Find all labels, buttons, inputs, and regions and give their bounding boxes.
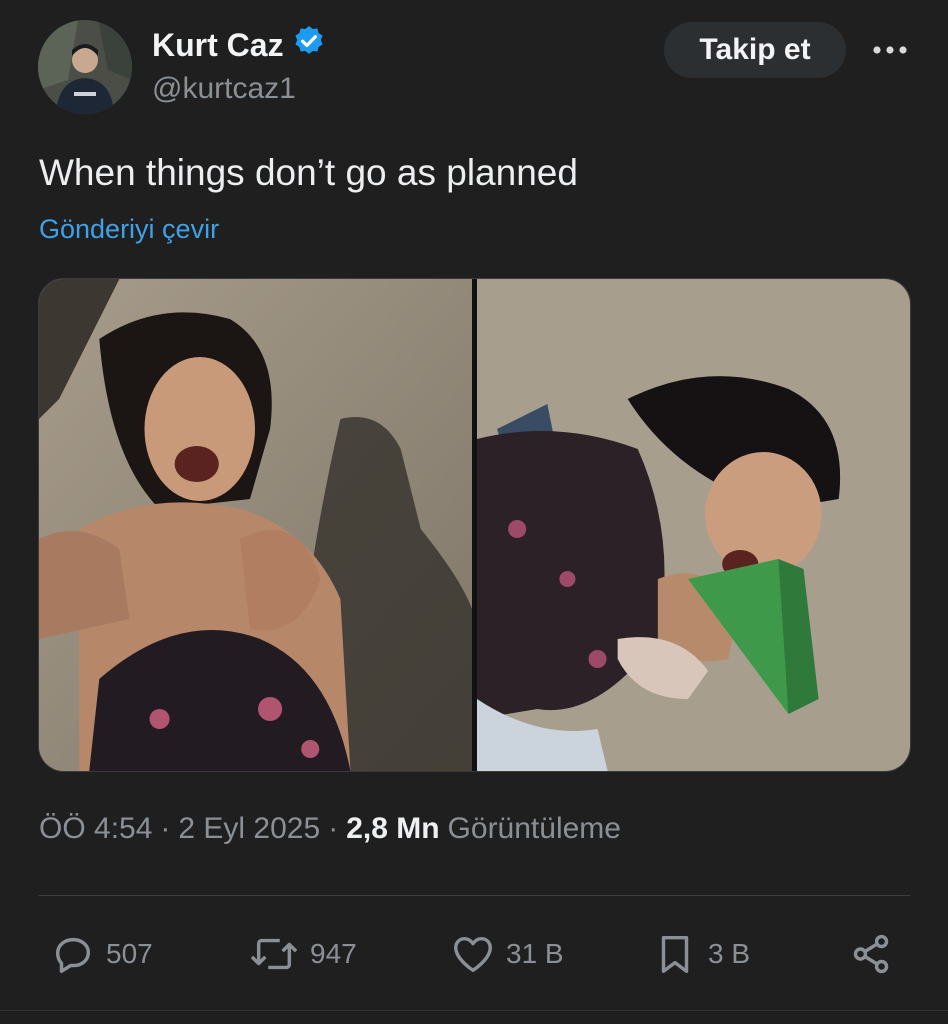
post-text: When things don’t go as planned xyxy=(39,152,578,193)
author-name[interactable]: Kurt Caz xyxy=(152,27,284,64)
reply-count: 507 xyxy=(106,938,153,969)
avatar[interactable] xyxy=(38,20,132,114)
post-meta: ÖÖ 4:54 · 2 Eyl 2025 · 2,8 Mn Görüntülem… xyxy=(39,812,621,846)
repost-count: 947 xyxy=(310,938,357,969)
follow-button[interactable]: Takip et xyxy=(664,22,846,78)
meta-separator: · xyxy=(160,812,171,845)
bottom-divider xyxy=(0,1010,948,1011)
reply-icon xyxy=(55,937,91,973)
bookmark-count: 3 B xyxy=(708,938,751,969)
views-label: Görüntüleme xyxy=(447,812,621,845)
meta-separator-2: · xyxy=(328,812,339,845)
author-handle[interactable]: @kurtcaz1 xyxy=(152,72,296,106)
views-count: 2,8 Mn xyxy=(346,812,440,845)
post-date[interactable]: 2 Eyl 2025 xyxy=(178,812,320,846)
like-count: 31 B xyxy=(506,938,564,969)
ellipsis-icon[interactable] xyxy=(868,28,912,72)
repost-icon xyxy=(250,938,298,970)
share-icon xyxy=(853,934,889,974)
divider xyxy=(38,895,910,896)
heart-icon xyxy=(454,936,492,973)
action-bar: 507 947 31 B 3 B xyxy=(38,922,910,986)
like-button[interactable]: 31 B xyxy=(450,922,564,986)
verified-badge-icon xyxy=(292,24,326,66)
translate-link[interactable]: Gönderiyi çevir xyxy=(39,214,219,245)
media-grid[interactable] xyxy=(38,278,911,772)
share-button[interactable] xyxy=(848,922,894,986)
photo-left[interactable] xyxy=(39,279,472,771)
reply-button[interactable]: 507 xyxy=(50,922,153,986)
repost-button[interactable]: 947 xyxy=(248,922,357,986)
bookmark-icon xyxy=(661,935,689,973)
photo-right[interactable] xyxy=(477,279,910,771)
post-time[interactable]: ÖÖ 4:54 xyxy=(39,812,152,846)
bookmark-button[interactable]: 3 B xyxy=(652,922,750,986)
author-name-row[interactable]: Kurt Caz xyxy=(152,24,326,66)
